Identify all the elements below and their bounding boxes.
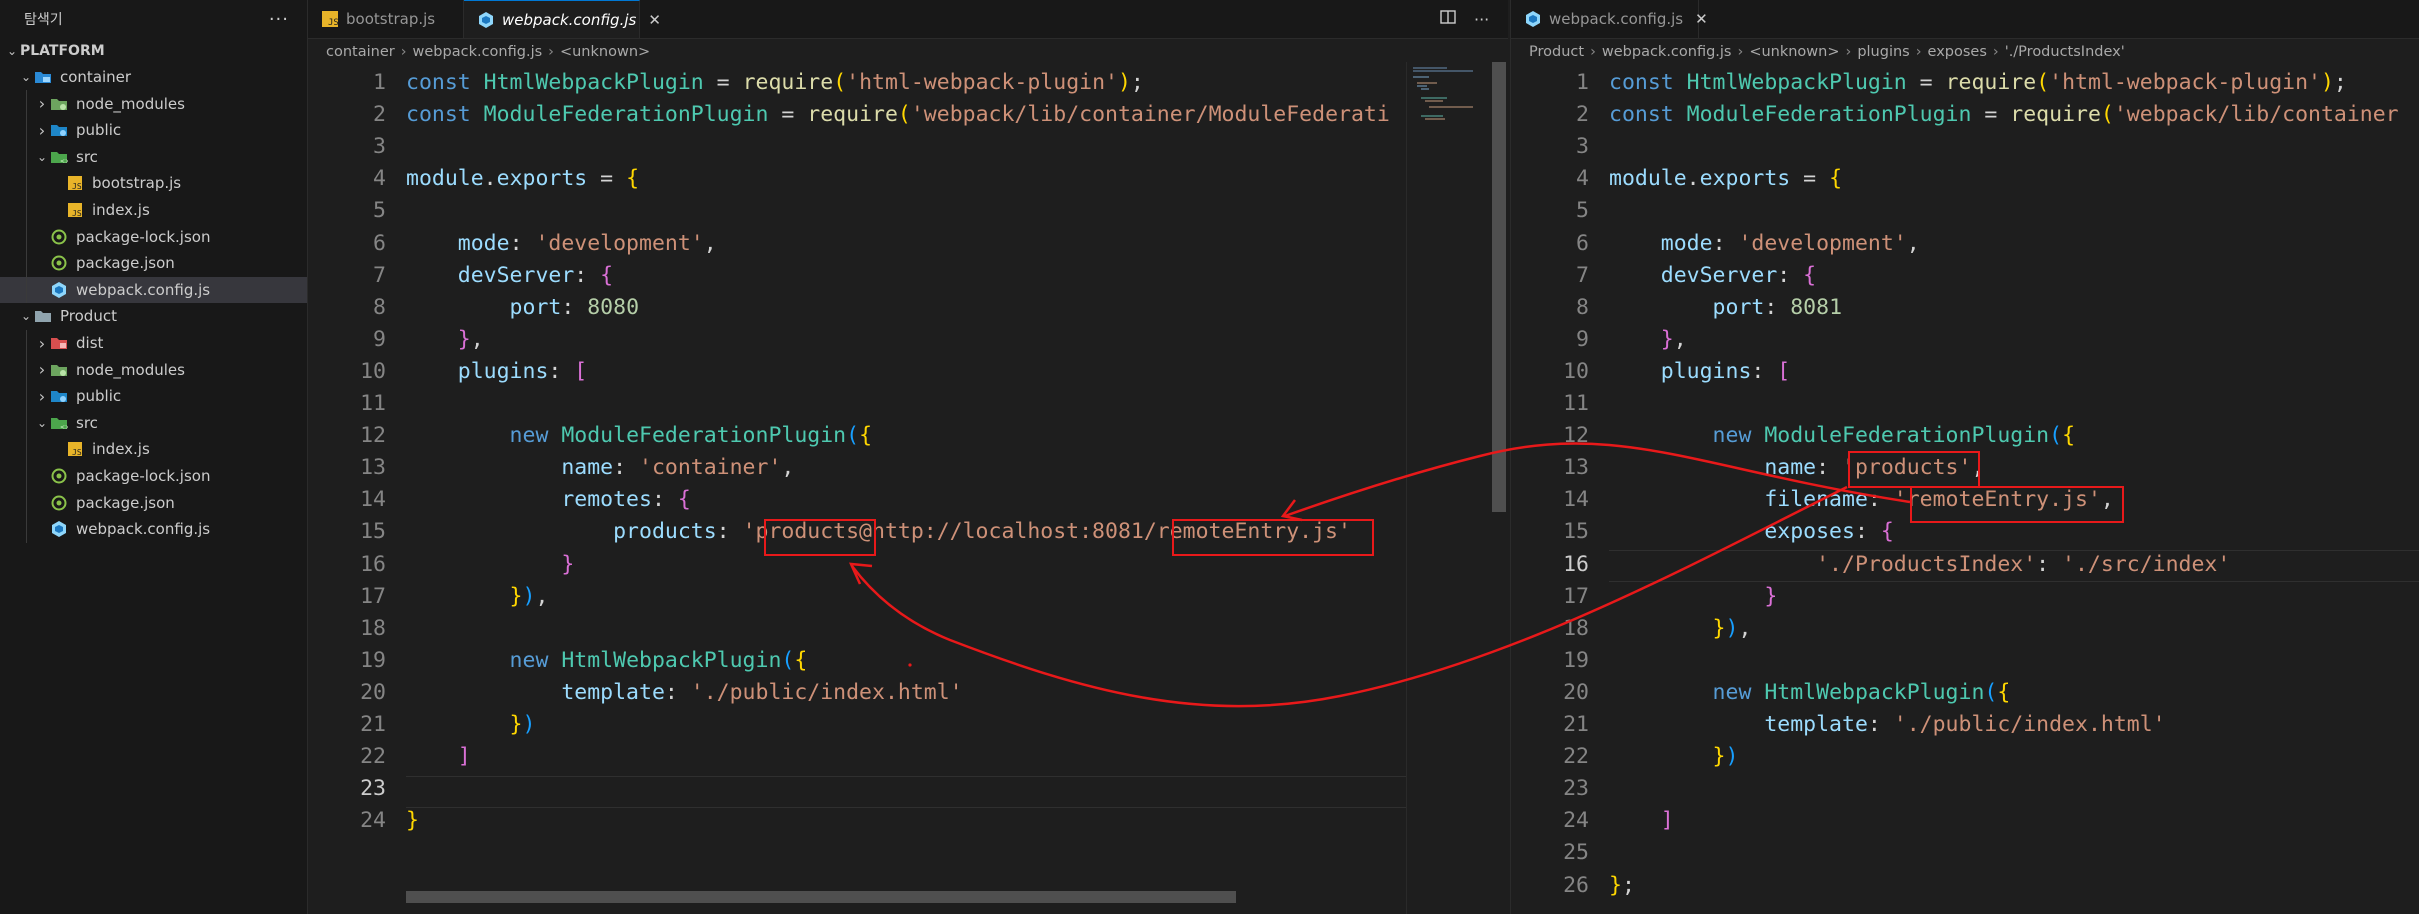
- arrow-name-to-products: [851, 485, 1848, 708]
- annotation-dot: [908, 663, 912, 667]
- annotation-arrows: [848, 442, 1911, 708]
- arrow-filename-to-remoteentry: [1284, 442, 1911, 518]
